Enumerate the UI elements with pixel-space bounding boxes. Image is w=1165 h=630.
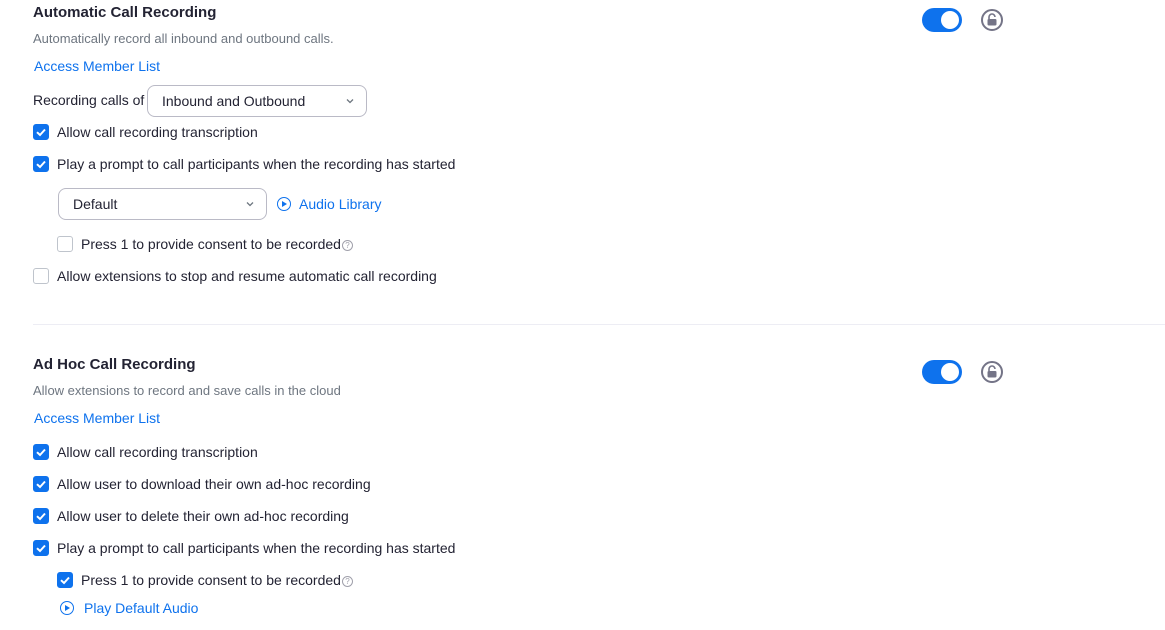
automatic-recording-title: Automatic Call Recording bbox=[33, 4, 217, 21]
automatic-recording-description: Automatically record all inbound and out… bbox=[33, 31, 334, 46]
help-icon[interactable]: ? bbox=[342, 576, 353, 587]
adhoc-press1-consent-checkbox[interactable] bbox=[57, 572, 73, 588]
chevron-down-icon bbox=[246, 202, 254, 207]
adhoc-recording-toggle[interactable] bbox=[922, 360, 962, 384]
play-default-audio-link[interactable]: Play Default Audio bbox=[84, 600, 198, 616]
allow-stop-resume-label: Allow extensions to stop and resume auto… bbox=[57, 268, 437, 284]
recording-calls-of-select[interactable]: Inbound and Outbound bbox=[147, 85, 367, 117]
automatic-recording-toggle[interactable] bbox=[922, 8, 962, 32]
check-icon bbox=[36, 480, 46, 489]
adhoc-access-member-list-link[interactable]: Access Member List bbox=[34, 410, 160, 426]
adhoc-recording-title: Ad Hoc Call Recording bbox=[33, 356, 196, 373]
allow-delete-checkbox[interactable] bbox=[33, 508, 49, 524]
help-icon[interactable]: ? bbox=[342, 240, 353, 251]
audio-library-link[interactable]: Audio Library bbox=[299, 196, 382, 212]
recording-calls-of-value: Inbound and Outbound bbox=[162, 93, 306, 109]
play-prompt-checkbox[interactable] bbox=[33, 156, 49, 172]
prompt-audio-value: Default bbox=[73, 196, 118, 212]
adhoc-play-prompt-label: Play a prompt to call participants when … bbox=[57, 540, 456, 556]
section-divider bbox=[33, 324, 1165, 325]
allow-download-label: Allow user to download their own ad-hoc … bbox=[57, 476, 371, 492]
toggle-knob bbox=[941, 363, 959, 381]
press1-consent-checkbox[interactable] bbox=[57, 236, 73, 252]
unlock-icon[interactable] bbox=[981, 9, 1003, 31]
toggle-knob bbox=[941, 11, 959, 29]
adhoc-play-prompt-checkbox[interactable] bbox=[33, 540, 49, 556]
allow-delete-label: Allow user to delete their own ad-hoc re… bbox=[57, 508, 349, 524]
adhoc-recording-description: Allow extensions to record and save call… bbox=[33, 383, 341, 398]
prompt-audio-select[interactable]: Default bbox=[58, 188, 267, 220]
check-icon bbox=[36, 512, 46, 521]
check-icon bbox=[36, 128, 46, 137]
chevron-down-icon bbox=[346, 99, 354, 104]
check-icon bbox=[36, 448, 46, 457]
recording-calls-of-label: Recording calls of bbox=[33, 92, 145, 108]
allow-transcription-label: Allow call recording transcription bbox=[57, 124, 258, 140]
adhoc-allow-transcription-label: Allow call recording transcription bbox=[57, 444, 258, 460]
check-icon bbox=[36, 544, 46, 553]
check-icon bbox=[60, 576, 70, 585]
play-prompt-label: Play a prompt to call participants when … bbox=[57, 156, 456, 172]
automatic-access-member-list-link[interactable]: Access Member List bbox=[34, 58, 160, 74]
check-icon bbox=[36, 160, 46, 169]
allow-download-checkbox[interactable] bbox=[33, 476, 49, 492]
adhoc-press1-consent-label: Press 1 to provide consent to be recorde… bbox=[81, 572, 341, 588]
play-circle-icon[interactable] bbox=[60, 601, 74, 615]
press1-consent-label: Press 1 to provide consent to be recorde… bbox=[81, 236, 341, 252]
adhoc-allow-transcription-checkbox[interactable] bbox=[33, 444, 49, 460]
play-circle-icon[interactable] bbox=[277, 197, 291, 211]
unlock-icon[interactable] bbox=[981, 361, 1003, 383]
allow-transcription-checkbox[interactable] bbox=[33, 124, 49, 140]
allow-stop-resume-checkbox[interactable] bbox=[33, 268, 49, 284]
